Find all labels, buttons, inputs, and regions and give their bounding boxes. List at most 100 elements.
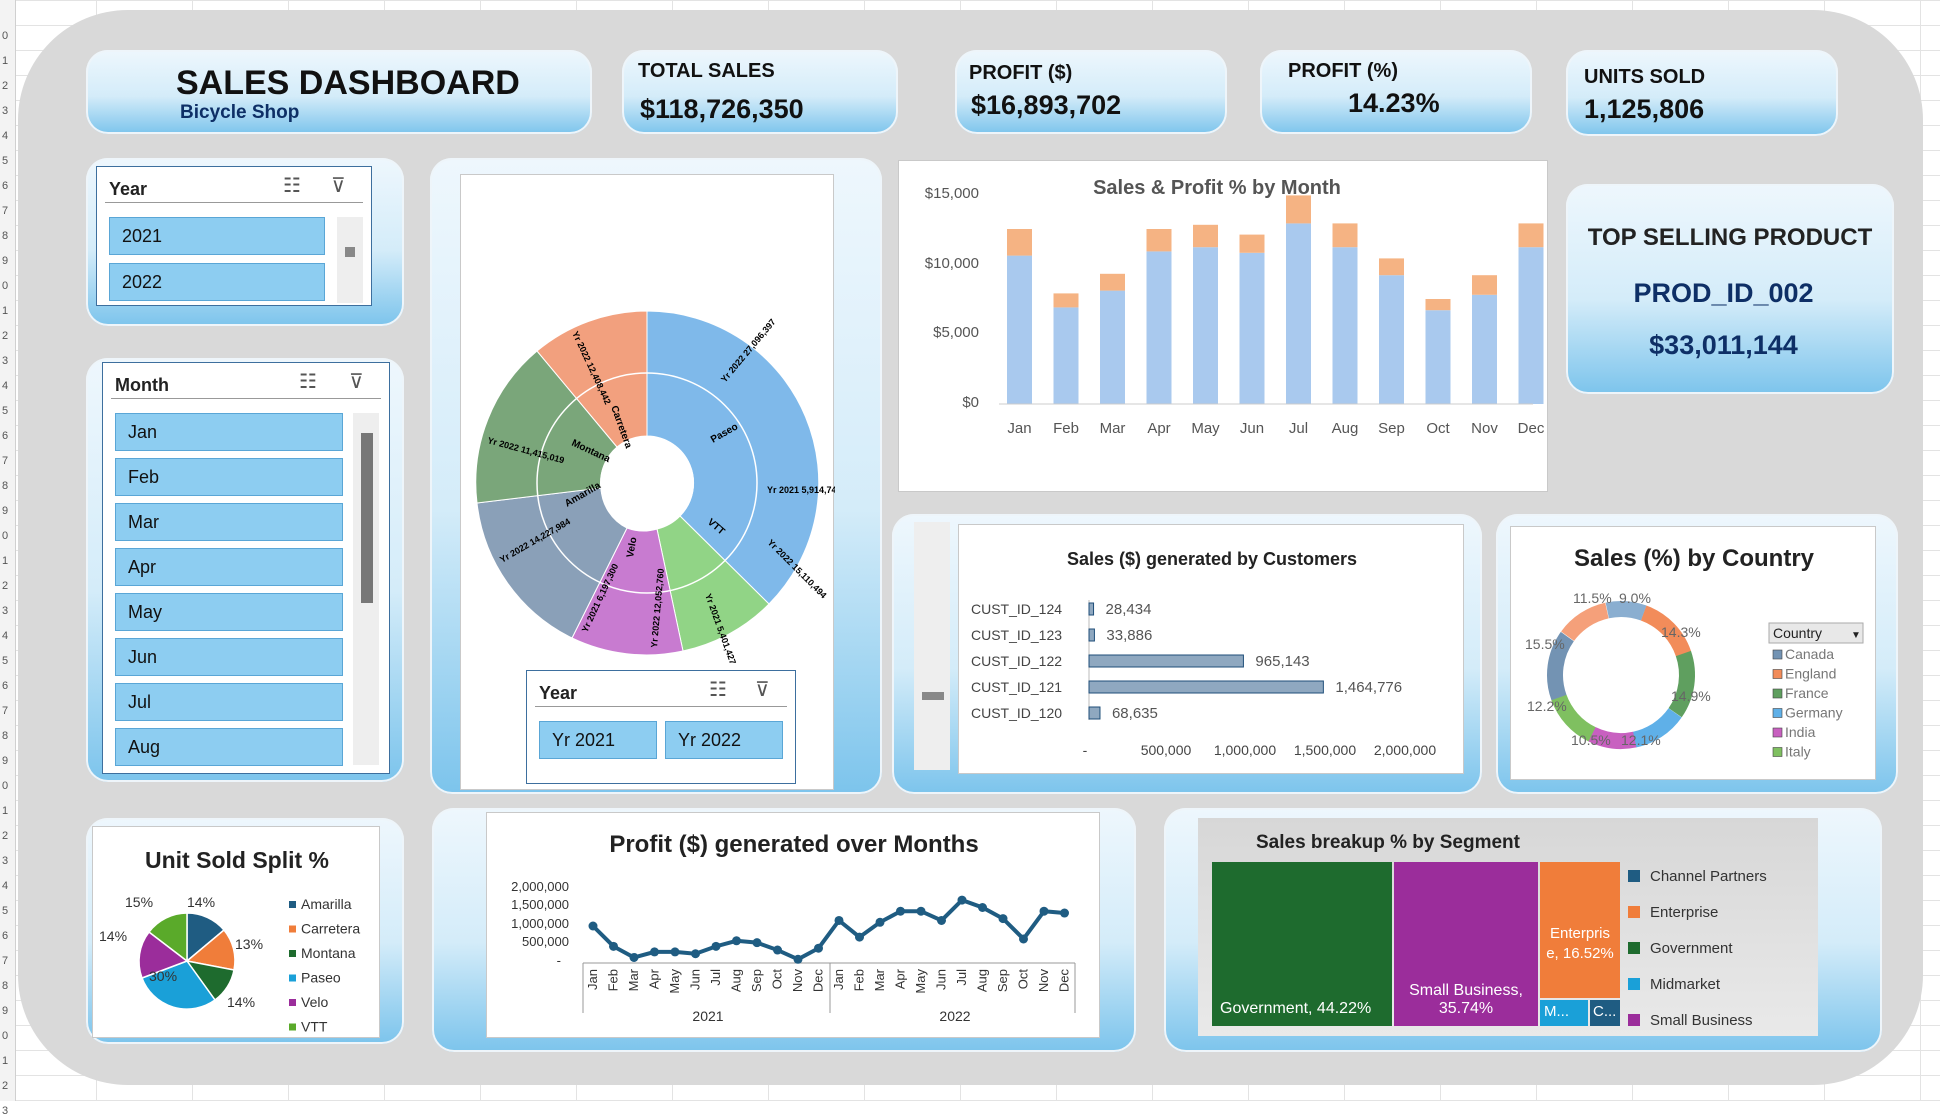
legend-item: Small Business — [1628, 1012, 1753, 1029]
year-label: 2022 — [939, 1008, 970, 1024]
profit-card: PROFIT ($) $16,893,702 — [955, 50, 1227, 134]
slicer-item-2021[interactable]: 2021 — [109, 217, 325, 255]
monthly-chart-svg: $15,000 $10,000 $5,000 $0 Jan Feb Mar Apr Ma… — [925, 185, 1545, 437]
slicer-item-month[interactable]: May — [115, 593, 343, 631]
legend-item: Germany — [1785, 705, 1843, 721]
customer-bar — [1088, 628, 1095, 642]
slicer-item-month[interactable]: Aug — [115, 728, 343, 766]
x-tick: Apr — [647, 968, 662, 989]
legend-item: Amarilla — [301, 896, 352, 912]
slicer-item-2022[interactable]: 2022 — [109, 263, 325, 301]
legend-title: Country — [1773, 625, 1822, 641]
data-point — [957, 895, 967, 905]
total-sales-value: $118,726,350 — [640, 94, 804, 124]
units-sold-value: 1,125,806 — [1584, 94, 1705, 124]
multi-select-icon[interactable]: ☷ — [299, 369, 317, 394]
legend-item: Montana — [301, 945, 356, 961]
legend-item: Velo — [301, 994, 328, 1010]
slicer-scrollbar[interactable] — [337, 217, 363, 303]
y-tick: 1,000,000 — [511, 916, 569, 931]
multi-select-icon[interactable]: ☷ — [283, 173, 301, 198]
segment-label: Yr 2021 5,914,747 — [767, 485, 835, 495]
data-point — [998, 914, 1008, 924]
yr-slicer-title: Year — [535, 679, 787, 707]
profit-line — [591, 897, 1065, 962]
legend-item: Government — [1628, 940, 1733, 957]
pct-label: 14% — [187, 894, 215, 910]
tile-midmarket: M... — [1540, 1000, 1588, 1026]
data-point — [875, 917, 885, 927]
data-point — [855, 932, 864, 942]
x-tick: Feb — [852, 969, 867, 991]
slicer-item-yr-2022[interactable]: Yr 2022 — [665, 721, 783, 759]
month-slicer-title: Month — [111, 371, 381, 399]
slicer-item-yr-2021[interactable]: Yr 2021 — [539, 721, 657, 759]
total-sales-card: TOTAL SALES $118,726,350 — [622, 50, 898, 134]
slicer-item-month[interactable]: Jan — [115, 413, 343, 451]
slicer-item-month[interactable]: Jun — [115, 638, 343, 676]
x-tick: Mar — [1100, 420, 1126, 437]
pct-label: 11.5% — [1573, 590, 1612, 606]
clear-filter-icon[interactable]: ⊽ — [349, 369, 364, 394]
customer-bar — [1088, 602, 1095, 616]
profit-bar — [1332, 223, 1358, 248]
profit-pct-label: PROFIT (%) — [1288, 60, 1398, 82]
x-tick: 500,000 — [1141, 742, 1192, 758]
x-tick: Jun — [934, 969, 949, 990]
category-label: CUST_ID_121 — [971, 679, 1062, 695]
top-product-label: TOP SELLING PRODUCT — [1587, 224, 1873, 251]
yr-slicer: Year ☷ ⊽ Yr 2021 Yr 2022 — [526, 670, 796, 784]
x-tick: Feb — [606, 969, 621, 991]
slice-india — [1547, 601, 1695, 749]
data-point — [814, 943, 823, 953]
profit-pct-value: 14.23% — [1348, 88, 1440, 118]
slicer-item-month[interactable]: Feb — [115, 458, 343, 496]
slicer-scrollbar[interactable] — [353, 413, 379, 765]
x-tick: May — [667, 969, 682, 994]
multi-select-icon[interactable]: ☷ — [709, 677, 727, 702]
x-tick: Sep — [995, 969, 1010, 992]
legend-item: Carretera — [301, 921, 360, 937]
slicer-item-month[interactable]: Jul — [115, 683, 343, 721]
sales-bar — [1239, 252, 1265, 404]
customer-bar — [1088, 680, 1324, 694]
legend-item: England — [1785, 666, 1836, 682]
pct-label: 12.2% — [1527, 698, 1567, 714]
x-tick: Nov — [790, 969, 805, 993]
sales-bar — [1286, 223, 1311, 404]
pct-label: 30% — [149, 968, 177, 984]
x-tick: 1,000,000 — [1214, 742, 1276, 758]
clear-filter-icon[interactable]: ⊽ — [331, 173, 346, 198]
pct-label: 15.5% — [1525, 636, 1565, 652]
category-label: CUST_ID_122 — [971, 653, 1062, 669]
pct-label: 14% — [99, 928, 127, 944]
x-tick: - — [1083, 742, 1088, 758]
monthly-chart-title: Sales & Profit % by Month — [1093, 177, 1341, 199]
tile-channel-partners: C... — [1590, 1000, 1620, 1026]
legend-item: France — [1785, 685, 1829, 701]
sales-bar — [1146, 251, 1172, 404]
data-point — [834, 915, 844, 925]
clear-filter-icon[interactable]: ⊽ — [755, 677, 770, 702]
top-product-value: $33,011,144 — [1649, 330, 1798, 360]
x-tick: Mar — [872, 968, 887, 991]
slicer-item-month[interactable]: Apr — [115, 548, 343, 586]
x-tick: 1,500,000 — [1294, 742, 1356, 758]
x-tick: Apr — [1147, 420, 1170, 437]
y-tick: - — [557, 953, 561, 968]
customers-scroll[interactable] — [914, 522, 950, 770]
data-point — [691, 949, 700, 959]
y-tick: $0 — [962, 394, 979, 411]
x-tick: Oct — [770, 969, 785, 990]
legend-item: Channel Partners — [1628, 868, 1767, 885]
data-point — [793, 954, 803, 964]
x-tick: Nov — [1471, 420, 1498, 437]
tile-enterprise: Enterpris e, 16.52% — [1540, 862, 1620, 998]
legend-item: Enterprise — [1628, 904, 1718, 921]
x-tick: Aug — [975, 969, 990, 992]
pct-label: 15% — [125, 894, 153, 910]
pct-label: 14.3% — [1661, 624, 1701, 640]
data-point — [773, 945, 782, 955]
profit-bar — [1146, 229, 1172, 252]
slicer-item-month[interactable]: Mar — [115, 503, 343, 541]
